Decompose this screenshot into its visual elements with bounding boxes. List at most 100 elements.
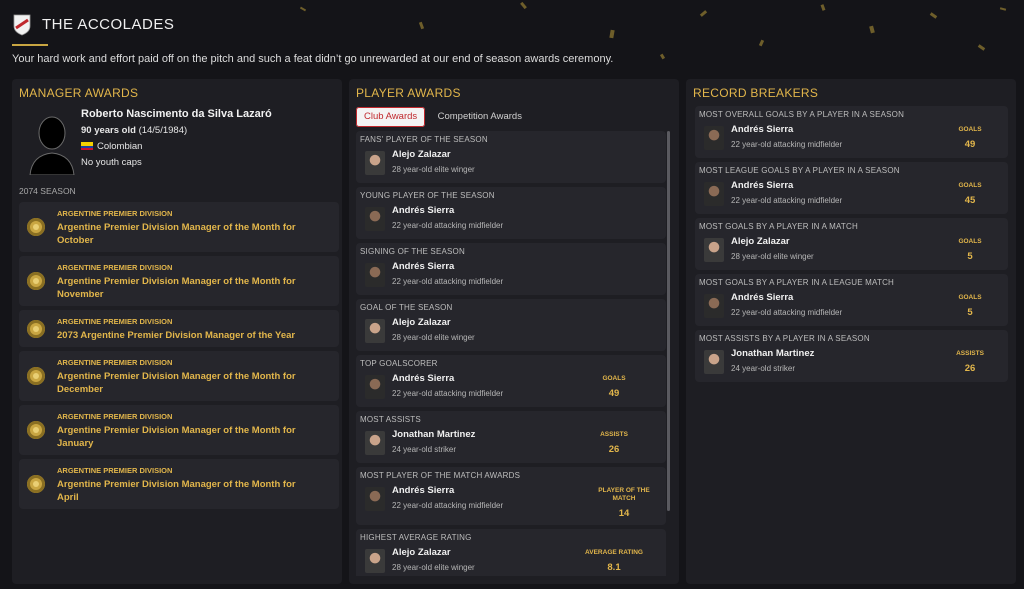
player-description: 28 year-old elite winger — [392, 563, 475, 572]
player-description: 24 year-old striker — [392, 445, 457, 454]
award-card[interactable]: ARGENTINE PREMIER DIVISION Argentine Prem… — [19, 256, 339, 306]
player-award-card[interactable]: HIGHEST AVERAGE RATING Alejo Zalazar 28 ye… — [356, 529, 666, 576]
stat-label: GOALS — [958, 182, 982, 189]
award-category: TOP GOALSCORER — [360, 359, 438, 368]
record-card[interactable]: MOST GOALS BY A PLAYER IN A MATCH Alejo Z… — [695, 218, 1008, 270]
player-name[interactable]: Jonathan Martinez — [392, 429, 475, 440]
page-header: THE ACCOLADES Your hard work and effort … — [12, 10, 1012, 70]
player-description: 28 year-old elite winger — [731, 252, 814, 261]
player-avatar — [704, 238, 724, 262]
record-card[interactable]: MOST GOALS BY A PLAYER IN A LEAGUE MATCH… — [695, 274, 1008, 326]
stat-label: GOALS — [958, 126, 982, 133]
player-avatar — [704, 126, 724, 150]
award-category: FANS' PLAYER OF THE SEASON — [360, 135, 488, 144]
player-name[interactable]: Jonathan Martinez — [731, 348, 814, 359]
stat-label: AVERAGE RATING — [585, 549, 643, 556]
medal-icon — [27, 319, 45, 338]
player-description: 22 year-old attacking midfielder — [731, 140, 843, 149]
tab-club-awards[interactable]: Club Awards — [356, 107, 426, 127]
award-category: YOUNG PLAYER OF THE SEASON — [360, 191, 495, 200]
player-name[interactable]: Andrés Sierra — [392, 485, 454, 496]
award-competition: ARGENTINE PREMIER DIVISION — [57, 317, 173, 326]
award-competition: ARGENTINE PREMIER DIVISION — [57, 263, 173, 272]
award-competition: ARGENTINE PREMIER DIVISION — [57, 358, 173, 367]
stat-value: 5 — [967, 251, 973, 262]
stat-value: 49 — [964, 139, 976, 150]
panel-title: RECORD BREAKERS — [693, 86, 819, 100]
panel-title: MANAGER AWARDS — [19, 86, 139, 100]
player-name[interactable]: Alejo Zalazar — [392, 317, 451, 328]
award-card[interactable]: ARGENTINE PREMIER DIVISION Argentine Prem… — [19, 202, 339, 252]
player-name[interactable]: Andrés Sierra — [731, 180, 793, 191]
scrollbar[interactable] — [667, 131, 670, 511]
colombia-flag-icon — [81, 142, 93, 151]
record-card[interactable]: MOST LEAGUE GOALS BY A PLAYER IN A SEASO… — [695, 162, 1008, 214]
award-card[interactable]: ARGENTINE PREMIER DIVISION Argentine Prem… — [19, 459, 339, 509]
player-award-card[interactable]: SIGNING OF THE SEASON Andrés Sierra 22 yea… — [356, 243, 666, 295]
stat-label: GOALS — [602, 375, 626, 382]
player-description: 22 year-old attacking midfielder — [392, 277, 504, 286]
medal-icon — [27, 367, 45, 385]
stat-value: 26 — [964, 363, 976, 374]
panel-title: PLAYER AWARDS — [356, 86, 461, 100]
player-description: 22 year-old attacking midfielder — [731, 196, 843, 205]
player-avatar — [365, 151, 385, 175]
award-competition: ARGENTINE PREMIER DIVISION — [57, 412, 173, 421]
stat-label: ASSISTS — [956, 350, 984, 357]
player-award-card[interactable]: FANS' PLAYER OF THE SEASON Alejo Zalazar 2… — [356, 131, 666, 183]
stat-value: 45 — [964, 195, 976, 206]
player-name[interactable]: Andrés Sierra — [731, 124, 793, 135]
record-card[interactable]: MOST OVERALL GOALS BY A PLAYER IN A SEAS… — [695, 106, 1008, 158]
manager-silhouette-icon — [29, 116, 75, 175]
manager-age: 90 years old (14/5/1984) — [81, 125, 188, 136]
player-description: 28 year-old elite winger — [392, 165, 475, 174]
player-award-card[interactable]: GOAL OF THE SEASON Alejo Zalazar 28 year-o… — [356, 299, 666, 351]
player-name[interactable]: Andrés Sierra — [731, 292, 793, 303]
award-name: Argentine Premier Division Manager of th… — [57, 425, 296, 449]
player-name[interactable]: Alejo Zalazar — [392, 547, 451, 558]
award-card[interactable]: ARGENTINE PREMIER DIVISION Argentine Prem… — [19, 405, 339, 455]
award-name: Argentine Premier Division Manager of th… — [57, 479, 296, 503]
award-name: Argentine Premier Division Manager of th… — [57, 371, 296, 395]
award-card[interactable]: ARGENTINE PREMIER DIVISION Argentine Prem… — [19, 351, 339, 401]
player-name[interactable]: Andrés Sierra — [392, 205, 454, 216]
player-name[interactable]: Andrés Sierra — [392, 261, 454, 272]
stat-value: 26 — [608, 444, 620, 455]
manager-nationality: Colombian — [81, 141, 142, 152]
record-category: MOST LEAGUE GOALS BY A PLAYER IN A SEASO… — [699, 166, 900, 175]
player-award-card[interactable]: TOP GOALSCORER Andrés Sierra 22 year-old a… — [356, 355, 666, 407]
player-award-card[interactable]: MOST PLAYER OF THE MATCH AWARDS Andrés Si… — [356, 467, 666, 525]
player-avatar — [365, 549, 385, 573]
award-card[interactable]: ARGENTINE PREMIER DIVISION 2073 Argentine… — [19, 310, 339, 347]
manager-caps: No youth caps — [81, 157, 142, 168]
stat-label: ASSISTS — [600, 431, 628, 438]
manager-name: Roberto Nascimento da Silva Lazaró — [81, 108, 272, 120]
manager-award-list: ARGENTINE PREMIER DIVISION Argentine Prem… — [19, 202, 339, 513]
player-award-card[interactable]: YOUNG PLAYER OF THE SEASON Andrés Sierra 2… — [356, 187, 666, 239]
record-category: MOST OVERALL GOALS BY A PLAYER IN A SEAS… — [699, 110, 905, 119]
title-divider — [12, 44, 48, 46]
award-category: GOAL OF THE SEASON — [360, 303, 453, 312]
player-avatar — [365, 431, 385, 455]
player-avatar — [365, 207, 385, 231]
player-awards-panel: PLAYER AWARDS Club Awards Competition Aw… — [349, 79, 679, 584]
player-award-card[interactable]: MOST ASSISTS Jonathan Martinez 24 year-old… — [356, 411, 666, 463]
record-category: MOST ASSISTS BY A PLAYER IN A SEASON — [699, 334, 870, 343]
player-avatar — [365, 263, 385, 287]
award-competition: ARGENTINE PREMIER DIVISION — [57, 209, 173, 218]
record-card[interactable]: MOST ASSISTS BY A PLAYER IN A SEASON Jona… — [695, 330, 1008, 382]
club-crest-icon — [13, 14, 31, 36]
medal-icon — [27, 272, 45, 290]
award-category: MOST PLAYER OF THE MATCH AWARDS — [360, 471, 521, 480]
award-competition: ARGENTINE PREMIER DIVISION — [57, 466, 173, 475]
player-name[interactable]: Andrés Sierra — [392, 373, 454, 384]
player-avatar — [365, 375, 385, 399]
award-name: Argentine Premier Division Manager of th… — [57, 276, 296, 300]
player-name[interactable]: Alejo Zalazar — [731, 236, 790, 247]
award-category: HIGHEST AVERAGE RATING — [360, 533, 472, 542]
award-tabs: Club Awards Competition Awards — [356, 106, 530, 127]
player-name[interactable]: Alejo Zalazar — [392, 149, 451, 160]
player-avatar — [365, 319, 385, 343]
tab-competition-awards[interactable]: Competition Awards — [430, 107, 530, 127]
stat-value: 5 — [967, 307, 973, 318]
